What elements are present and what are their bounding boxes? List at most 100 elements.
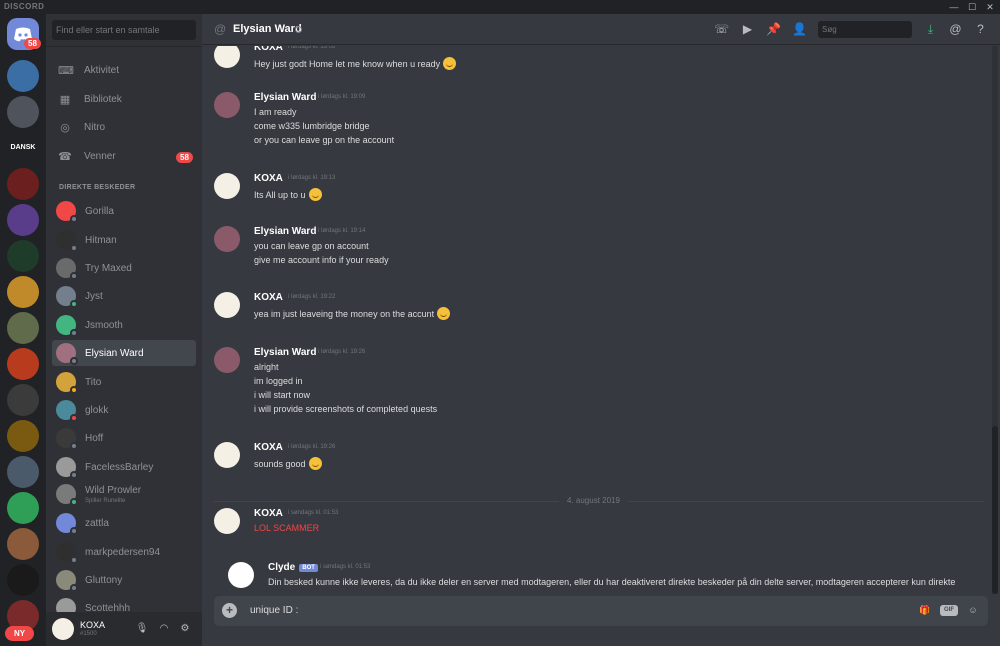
message-line: LOL SCAMMER [254, 523, 319, 533]
message-avatar[interactable] [214, 46, 240, 68]
pin-icon[interactable]: 📌 [766, 22, 781, 37]
dm-item[interactable]: markpedersen94 [52, 539, 196, 565]
dm-item[interactable]: glokk [52, 397, 196, 423]
help-icon[interactable]: ? [973, 22, 988, 37]
message-author[interactable]: KOXA [254, 173, 283, 184]
server-icon-sete[interactable] [7, 204, 39, 236]
library-icon: ▦ [59, 94, 71, 106]
scrollbar[interactable] [992, 46, 998, 594]
status-offline-icon [295, 26, 302, 33]
nav-friends[interactable]: ☎ Venner 58 [52, 145, 196, 169]
call-icon[interactable]: ☏ [714, 22, 729, 37]
message-avatar[interactable] [214, 173, 240, 199]
dm-item[interactable]: Wild Prowler Spiller Runelite [52, 481, 196, 507]
message-text: you can leave gp on account [254, 241, 369, 251]
close-button[interactable]: ✕ [982, 0, 998, 14]
video-icon[interactable]: ▶ [740, 22, 755, 37]
message-author[interactable]: KOXA [254, 292, 283, 303]
dm-item[interactable]: FacelessBarley [52, 454, 196, 480]
download-icon[interactable]: ⤓ [923, 22, 938, 37]
dm-item[interactable]: Gluttony [52, 567, 196, 593]
message-composer[interactable]: + unique ID : 🎁 GIF ☺ [214, 596, 988, 626]
message-group: Clyde BOT i søndags kl. 01:53 Din besked ku… [214, 562, 984, 590]
add-friend-icon[interactable]: 👤 [792, 22, 807, 37]
title-bar: DISCORD — ☐ ✕ [0, 0, 1000, 14]
dm-item[interactable]: Gorilla [52, 198, 196, 224]
message-timestamp: i lørdags kl. 19:08 [288, 46, 336, 50]
server-icon-dansk[interactable]: DANSK [7, 132, 39, 164]
mentions-icon[interactable]: @ [948, 22, 963, 37]
dm-item[interactable]: Elysian Ward [52, 340, 196, 366]
emoji-picker-icon[interactable]: ☺ [966, 603, 980, 618]
user-avatar[interactable] [52, 618, 74, 640]
server-icon-apex[interactable] [7, 492, 39, 524]
message-avatar[interactable] [214, 92, 240, 118]
message-avatar[interactable] [228, 562, 254, 588]
message-avatar[interactable] [214, 508, 240, 534]
server-icon-skeleton[interactable] [7, 384, 39, 416]
scrollbar-thumb[interactable] [992, 426, 998, 594]
date-divider-label: 4. august 2019 [559, 496, 628, 505]
gif-button[interactable]: GIF [940, 605, 958, 616]
server-icon-shield[interactable] [7, 96, 39, 128]
new-unreads-badge[interactable]: NY [5, 626, 35, 641]
nav-friends-label: Venner [84, 151, 116, 162]
dm-name: Jsmooth [85, 320, 123, 331]
message-text: Its All up to u [254, 190, 306, 200]
nav-activity-label: Aktivitet [84, 65, 120, 76]
nav-activity[interactable]: ⌨ Aktivitet [52, 59, 196, 83]
message-author[interactable]: Clyde BOT [268, 562, 318, 573]
smile-emoji-icon [437, 307, 451, 320]
message-avatar[interactable] [214, 292, 240, 318]
chat-header: @ Elysian Ward ☏ ▶ 📌 👤 Søg ⤓ @ ? [202, 14, 1000, 45]
message-text: I am ready [254, 107, 297, 117]
dm-item[interactable]: Jsmooth [52, 312, 196, 338]
server-icon-gold[interactable] [7, 420, 39, 452]
attach-plus-icon[interactable]: + [222, 603, 237, 618]
settings-gear-icon[interactable]: ⚙ [178, 622, 192, 636]
server-icon-red[interactable] [7, 168, 39, 200]
server-icon-pixel[interactable] [7, 60, 39, 92]
message-author[interactable]: KOXA [254, 46, 283, 53]
dm-item[interactable]: Tito [52, 369, 196, 395]
message-author[interactable]: KOXA [254, 442, 283, 453]
server-icon-soldier[interactable] [7, 312, 39, 344]
dm-item[interactable]: Hitman [52, 227, 196, 253]
dm-item[interactable]: zattla [52, 510, 196, 536]
message-line: alright [254, 362, 279, 372]
server-icon-dark[interactable] [7, 564, 39, 596]
message-author[interactable]: Elysian Ward [254, 92, 316, 103]
dm-item[interactable]: Hoff [52, 425, 196, 451]
server-icon-portrait[interactable] [7, 528, 39, 560]
dm-item[interactable]: Try Maxed [52, 255, 196, 281]
minimize-button[interactable]: — [946, 0, 962, 14]
headphones-icon[interactable]: ◠ [157, 622, 171, 636]
author-name: Elysian Ward [254, 347, 317, 358]
message-author[interactable]: KOXA [254, 508, 283, 519]
dm-name: FacelessBarley [85, 462, 154, 473]
maximize-button[interactable]: ☐ [964, 0, 980, 14]
server-icon-flag[interactable] [7, 348, 39, 380]
server-icon-green[interactable] [7, 240, 39, 272]
nitro-icon: ◎ [60, 122, 70, 134]
microphone-icon[interactable]: 🎙 [135, 622, 149, 636]
search-input[interactable]: Søg [818, 21, 912, 38]
dm-name: Hoff [85, 433, 104, 444]
server-icon-gang[interactable] [7, 276, 39, 308]
gift-icon[interactable]: 🎁 [918, 603, 932, 618]
dm-item[interactable]: Jyst [52, 283, 196, 309]
message-avatar[interactable] [214, 442, 240, 468]
server-icon-gray[interactable] [7, 456, 39, 488]
message-author[interactable]: Elysian Ward [254, 226, 316, 237]
message-input[interactable]: unique ID : [250, 605, 298, 616]
message-author[interactable]: Elysian Ward [254, 347, 316, 358]
user-panel: KOXA #1500 🎙 ◠ ⚙ [46, 612, 202, 646]
message-text: Hey just godt Home let me know when u re… [254, 59, 441, 69]
message-timestamp: i lørdags kl. 19:09 [318, 94, 366, 100]
nav-nitro[interactable]: ◎ Nitro [52, 116, 196, 140]
message-avatar[interactable] [214, 226, 240, 252]
nav-library[interactable]: ▦ Bibliotek [52, 88, 196, 112]
bot-tag: BOT [299, 564, 318, 572]
dm-search-input[interactable]: Find eller start en samtale [52, 20, 196, 40]
message-avatar[interactable] [214, 347, 240, 373]
